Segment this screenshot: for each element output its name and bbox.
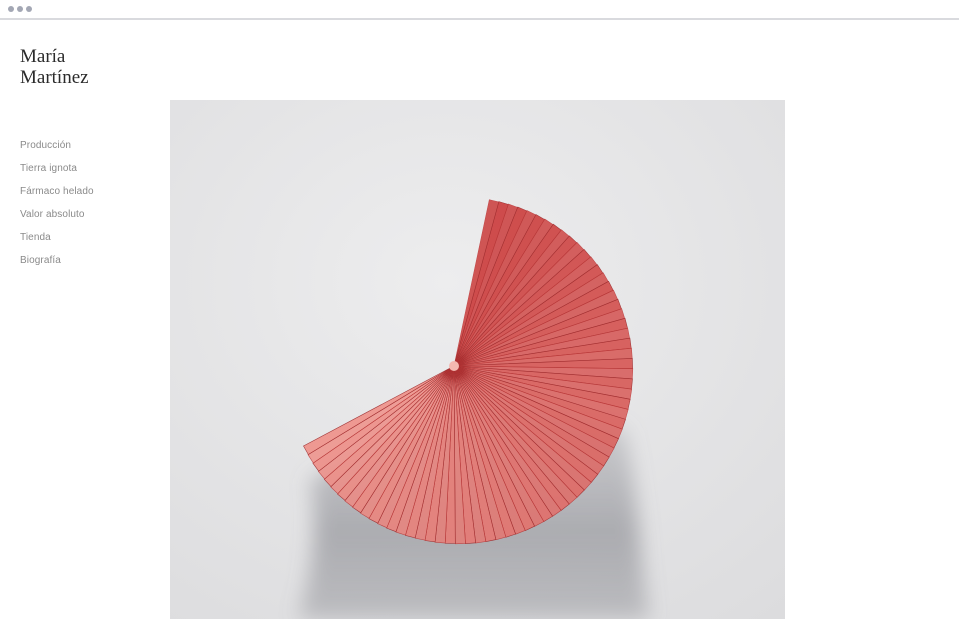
main-nav: Producción Tierra ignota Fármaco helado … bbox=[20, 139, 94, 277]
site-title-line2: Martínez bbox=[20, 67, 89, 88]
nav-item-valor-absoluto[interactable]: Valor absoluto bbox=[20, 208, 94, 231]
nav-item-tierra-ignota[interactable]: Tierra ignota bbox=[20, 162, 94, 185]
site-title-line1: María bbox=[20, 46, 66, 67]
nav-item-tienda[interactable]: Tienda bbox=[20, 231, 94, 254]
nav-item-produccion[interactable]: Producción bbox=[20, 139, 94, 162]
paper-fan-sculpture-image bbox=[170, 100, 785, 619]
browser-chrome-bar bbox=[0, 0, 959, 20]
window-controls bbox=[8, 6, 32, 12]
nav-item-farmaco-helado[interactable]: Fármaco helado bbox=[20, 185, 94, 208]
site-title[interactable]: María Martínez bbox=[20, 46, 89, 88]
window-dot-icon[interactable] bbox=[17, 6, 23, 12]
window-dot-icon[interactable] bbox=[26, 6, 32, 12]
window-dot-icon[interactable] bbox=[8, 6, 14, 12]
nav-item-biografia[interactable]: Biografía bbox=[20, 254, 94, 277]
artwork-image bbox=[170, 100, 785, 619]
